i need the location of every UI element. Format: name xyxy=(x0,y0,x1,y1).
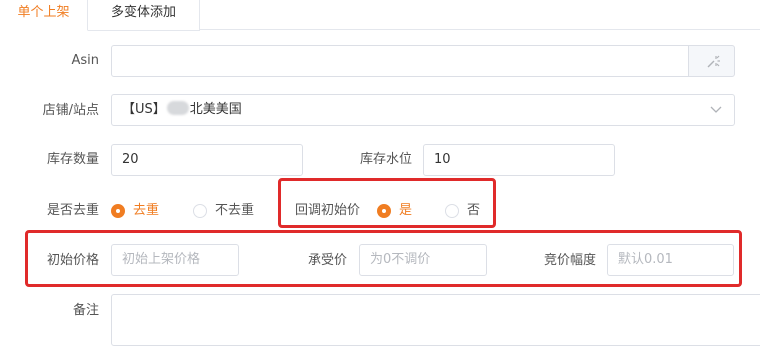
store-suffix: 北美美国 xyxy=(189,102,242,117)
radio-dedupe[interactable]: 去重 xyxy=(111,202,171,220)
asin-input[interactable] xyxy=(111,45,689,77)
accept-price-label: 承受价 xyxy=(307,253,347,268)
stock-qty-input[interactable]: 20 xyxy=(111,144,303,176)
store-label: 店铺/站点 xyxy=(42,103,99,118)
stock-level-input[interactable]: 10 xyxy=(423,144,615,176)
radio-callback-yes[interactable]: 是 xyxy=(377,202,417,220)
dedupe-label: 是否去重 xyxy=(46,203,99,218)
bid-range-input[interactable]: 默认0.01 xyxy=(607,244,734,276)
store-prefix: 【US】 xyxy=(122,102,166,117)
stock-qty-label: 库存数量 xyxy=(46,152,99,167)
radio-label: 是 xyxy=(399,203,413,218)
radio-callback-no[interactable]: 否 xyxy=(445,202,485,220)
tab-bar: 单个上架 多变体添加 xyxy=(0,0,760,31)
radio-no-dedupe[interactable]: 不去重 xyxy=(193,202,263,220)
stock-level-label: 库存水位 xyxy=(359,152,412,167)
callback-price-label: 回调初始价 xyxy=(295,203,361,218)
radio-label: 去重 xyxy=(133,203,160,218)
tab-single-listing[interactable]: 单个上架 xyxy=(0,0,88,31)
chevron-down-icon xyxy=(710,106,722,113)
remark-label: 备注 xyxy=(72,303,99,318)
radio-label: 不去重 xyxy=(215,203,255,218)
tab-multi-variant-add[interactable]: 多变体添加 xyxy=(88,0,200,31)
redacted-store-name xyxy=(166,101,189,115)
initial-price-input[interactable]: 初始上架价格 xyxy=(111,244,239,276)
store-select[interactable]: 【US】 北美美国 xyxy=(111,94,735,126)
bid-range-label: 竞价幅度 xyxy=(543,253,596,268)
asin-label: Asin xyxy=(71,53,99,68)
radio-dot xyxy=(377,204,391,218)
magic-wand-icon xyxy=(707,55,720,68)
initial-price-label: 初始价格 xyxy=(46,253,99,268)
radio-dot xyxy=(445,204,459,218)
remark-textarea[interactable] xyxy=(111,294,760,346)
asin-fetch-button[interactable] xyxy=(688,45,735,77)
radio-dot xyxy=(193,204,207,218)
radio-dot xyxy=(111,204,125,218)
accept-price-input[interactable]: 为0不调价 xyxy=(359,244,487,276)
radio-label: 否 xyxy=(467,203,481,218)
